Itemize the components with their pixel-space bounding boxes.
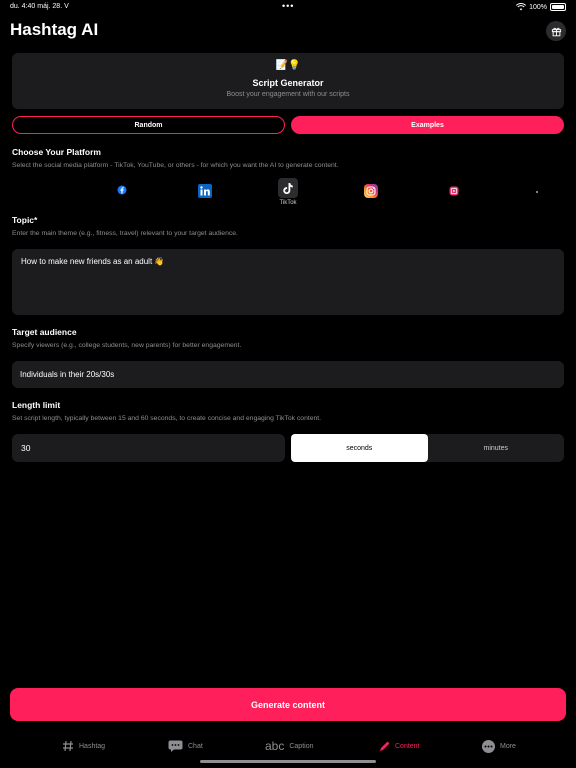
tab-chat[interactable]: Chat <box>168 736 203 756</box>
unit-seconds-option[interactable]: seconds <box>291 434 428 462</box>
tab-bar: Hashtag Chat abc Caption Content More <box>0 736 576 758</box>
topic-input[interactable]: How to make new friends as an adult 👋 <box>12 249 564 315</box>
instagram-reels-icon <box>434 186 474 196</box>
battery-icon <box>550 3 566 11</box>
pencil-icon <box>380 741 390 751</box>
tab-caption[interactable]: abc Caption <box>265 736 314 756</box>
topic-help: Enter the main theme (e.g., fitness, tra… <box>12 230 238 237</box>
tab-caption-label: Caption <box>289 742 314 750</box>
tab-more-label: More <box>500 742 516 750</box>
platform-picker: TikTok <box>12 176 564 212</box>
app-title: Hashtag AI <box>10 20 99 39</box>
platform-more[interactable] <box>517 190 557 194</box>
battery-percent: 100% <box>529 3 547 11</box>
tab-hashtag-label: Hashtag <box>79 742 106 750</box>
hero-title: Script Generator <box>252 78 324 88</box>
status-right: 100% <box>516 3 566 11</box>
random-button[interactable]: Random <box>12 116 285 134</box>
platform-tiktok-label: TikTok <box>279 200 297 206</box>
audience-input[interactable]: Individuals in their 20s/30s <box>12 361 564 388</box>
caption-icon: abc <box>265 739 285 753</box>
platform-help: Select the social media platform - TikTo… <box>12 162 339 169</box>
tab-content-label: Content <box>395 742 420 750</box>
platform-instagram[interactable] <box>351 184 391 198</box>
tab-hashtag[interactable]: Hashtag <box>62 736 105 756</box>
tab-chat-label: Chat <box>188 742 203 750</box>
examples-button[interactable]: Examples <box>291 116 564 134</box>
topic-label: Topic* <box>12 215 38 225</box>
instagram-icon <box>351 184 391 198</box>
tab-content[interactable]: Content <box>379 736 420 756</box>
more-platform-icon <box>517 190 557 194</box>
audience-help: Specify viewers (e.g., college students,… <box>12 342 242 349</box>
gift-icon <box>551 27 561 36</box>
length-unit-selector: seconds minutes <box>291 434 564 462</box>
length-input[interactable]: 30 <box>12 434 285 462</box>
platform-tiktok[interactable]: TikTok <box>268 178 308 206</box>
length-label: Length limit <box>12 400 61 410</box>
platform-facebook[interactable] <box>102 185 142 195</box>
status-bar: du. 4:40 máj. 28. V ••• 100% <box>0 0 576 16</box>
facebook-icon <box>102 185 142 195</box>
home-indicator[interactable] <box>200 760 376 763</box>
hero-subtitle: Boost your engagement with our scripts <box>226 91 350 98</box>
hashtag-icon <box>63 740 73 752</box>
platform-instagram-reels[interactable] <box>434 186 474 196</box>
hero-emoji: 📝💡 <box>275 60 301 71</box>
more-icon <box>482 739 495 753</box>
platform-linkedin[interactable] <box>185 184 225 198</box>
platform-label: Choose Your Platform <box>12 147 101 157</box>
chat-icon <box>168 740 183 752</box>
linkedin-icon <box>185 184 225 198</box>
wifi-icon <box>516 3 527 11</box>
generate-content-button[interactable]: Generate content <box>10 688 566 721</box>
length-help: Set script length, typically between 15 … <box>12 415 322 422</box>
tab-more[interactable]: More <box>482 736 516 756</box>
audience-label: Target audience <box>12 327 77 337</box>
gift-button[interactable] <box>546 21 566 41</box>
multitasking-dots[interactable]: ••• <box>282 1 294 11</box>
unit-minutes-option[interactable]: minutes <box>428 434 565 462</box>
status-time-date: du. 4:40 máj. 28. V <box>10 3 69 10</box>
tiktok-icon <box>278 178 298 198</box>
script-generator-card: 📝💡 Script Generator Boost your engagemen… <box>12 53 564 109</box>
